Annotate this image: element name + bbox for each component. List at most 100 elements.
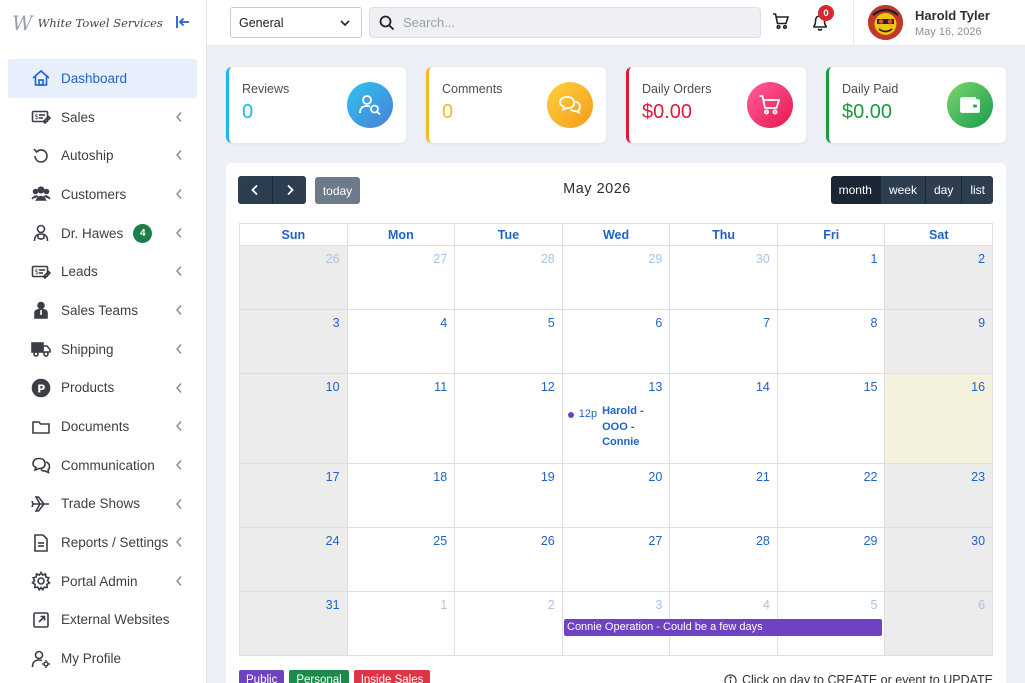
sidebar-item-products[interactable]: P Products <box>8 369 197 408</box>
view-month-button[interactable]: month <box>830 176 880 204</box>
sidebar-item-autoship[interactable]: Autoship <box>8 136 197 175</box>
calendar-day[interactable]: 15 <box>777 374 886 464</box>
avatar[interactable] <box>868 5 903 40</box>
cart-icon[interactable] <box>772 12 790 30</box>
brand[interactable]: W White Towel Services <box>0 0 206 46</box>
sidebar-item-portal-admin[interactable]: Portal Admin <box>8 562 197 601</box>
calendar-day[interactable]: 13 12p Harold - OOO - Connie <box>562 374 671 464</box>
calendar-day[interactable]: 10 <box>240 374 348 464</box>
chevron-left-icon <box>176 459 182 470</box>
calendar-day[interactable]: 29 <box>562 246 671 310</box>
sidebar-item-leads[interactable]: $ Leads <box>8 252 197 291</box>
logo-text: White Towel Services <box>37 16 163 30</box>
stat-card-comments[interactable]: Comments 0 <box>426 67 606 143</box>
day-number: 12 <box>540 380 555 394</box>
calendar-day[interactable]: 4 <box>347 310 456 374</box>
calendar-day[interactable]: 17 <box>240 464 348 528</box>
calendar-day[interactable]: 3 <box>240 310 348 374</box>
sidebar-item-sales[interactable]: $ Sales <box>8 98 197 137</box>
context-select[interactable]: General <box>230 7 362 38</box>
calendar-day[interactable]: 6 <box>885 592 994 656</box>
sidebar-item-external-websites[interactable]: External Websites <box>8 601 197 640</box>
calendar-day[interactable]: 9 <box>885 310 994 374</box>
day-number: 4 <box>762 598 770 612</box>
chevron-left-icon <box>176 537 182 548</box>
calendar-day[interactable]: 24 <box>240 528 348 592</box>
sidebar-item-dashboard[interactable]: Dashboard <box>8 59 197 98</box>
calendar-event[interactable]: 12p Harold - OOO - Connie <box>567 405 648 451</box>
calendar-day[interactable]: 7 <box>670 310 778 374</box>
chevron-left-icon <box>176 343 182 354</box>
wallet-icon <box>947 82 993 128</box>
context-select-value: General <box>239 16 284 30</box>
calendar-day[interactable]: 5 <box>455 310 563 374</box>
sidebar-item-dr-hawes[interactable]: Dr. Hawes 4 <box>8 214 197 253</box>
calendar-day[interactable]: 8 <box>777 310 886 374</box>
calendar-day[interactable]: 30 <box>885 528 994 592</box>
calendar-day-today[interactable]: 16 <box>885 374 994 464</box>
calendar-day[interactable]: 14 <box>670 374 778 464</box>
chevron-left-icon <box>176 382 182 393</box>
notification-badge: 0 <box>818 5 834 21</box>
calendar-day[interactable]: 21 <box>670 464 778 528</box>
calendar-day[interactable]: 25 <box>347 528 456 592</box>
stat-card-daily-paid[interactable]: Daily Paid $0.00 <box>826 67 1006 143</box>
doctor-icon <box>30 222 52 244</box>
stat-card-value: 0 <box>242 101 254 123</box>
calendar-day[interactable]: 22 <box>777 464 886 528</box>
day-number: 26 <box>540 534 555 548</box>
weekday-label: Tue <box>455 224 563 246</box>
sidebar-item-reports-settings[interactable]: Reports / Settings <box>8 523 197 562</box>
stat-card-label: Daily Orders <box>642 82 712 96</box>
calendar-day[interactable]: 2 <box>885 246 994 310</box>
day-number: 14 <box>755 380 770 394</box>
event-time: 12p <box>578 408 598 420</box>
calendar-day[interactable]: 26 <box>455 528 563 592</box>
sidebar-item-customers[interactable]: Customers <box>8 175 197 214</box>
day-number: 28 <box>755 534 770 548</box>
view-list-button[interactable]: list <box>961 176 993 204</box>
calendar-day[interactable]: 29 <box>777 528 886 592</box>
day-number: 10 <box>325 380 340 394</box>
calendar-day[interactable]: 12 <box>455 374 563 464</box>
weekday-label: Thu <box>670 224 778 246</box>
sidebar-item-badge: 4 <box>133 223 153 243</box>
calendar-day[interactable]: 2 <box>455 592 563 656</box>
sidebar-item-label: External Websites <box>61 612 170 628</box>
day-number: 30 <box>755 252 770 266</box>
calendar-day[interactable]: 27 <box>347 246 456 310</box>
collapse-sidebar-icon[interactable] <box>174 13 192 31</box>
stat-card-reviews[interactable]: Reviews 0 <box>226 67 406 143</box>
calendar-hint-text: Click on day to CREATE or event to UPDAT… <box>741 673 993 683</box>
calendar-day[interactable]: 20 <box>562 464 671 528</box>
day-number: 4 <box>440 316 448 330</box>
calendar-day[interactable]: 26 <box>240 246 348 310</box>
calendar-day[interactable]: 28 <box>670 528 778 592</box>
search-input[interactable] <box>403 8 753 37</box>
sidebar-item-shipping[interactable]: Shipping <box>8 330 197 369</box>
calendar-day[interactable]: 6 <box>562 310 671 374</box>
folder-icon <box>30 416 52 438</box>
sidebar-item-sales-teams[interactable]: Sales Teams <box>8 291 197 330</box>
view-week-button[interactable]: week <box>879 176 925 204</box>
calendar-day[interactable]: 11 <box>347 374 456 464</box>
calendar-day[interactable]: 18 <box>347 464 456 528</box>
calendar-day[interactable]: 1 <box>347 592 456 656</box>
sidebar-item-trade-shows[interactable]: Trade Shows <box>8 485 197 524</box>
calendar-day[interactable]: 27 <box>562 528 671 592</box>
calendar-day[interactable]: 19 <box>455 464 563 528</box>
sidebar-item-my-profile[interactable]: My Profile <box>8 639 197 678</box>
calendar-day[interactable]: 31 <box>240 592 348 656</box>
legend-personal: Personal <box>289 670 349 683</box>
user-date: May 16, 2026 <box>915 26 982 38</box>
view-day-button[interactable]: day <box>924 176 962 204</box>
calendar-day[interactable]: 23 <box>885 464 994 528</box>
calendar-day[interactable]: 28 <box>455 246 563 310</box>
calendar-day[interactable]: 1 <box>777 246 886 310</box>
stat-card-daily-orders[interactable]: Daily Orders $0.00 <box>626 67 806 143</box>
calendar-day[interactable]: 30 <box>670 246 778 310</box>
calendar-multiday-event[interactable]: Connie Operation - Could be a few days <box>564 619 882 636</box>
sidebar-item-communication[interactable]: Communication <box>8 446 197 485</box>
user-name[interactable]: Harold Tyler <box>915 8 990 23</box>
sidebar-item-documents[interactable]: Documents <box>8 407 197 446</box>
